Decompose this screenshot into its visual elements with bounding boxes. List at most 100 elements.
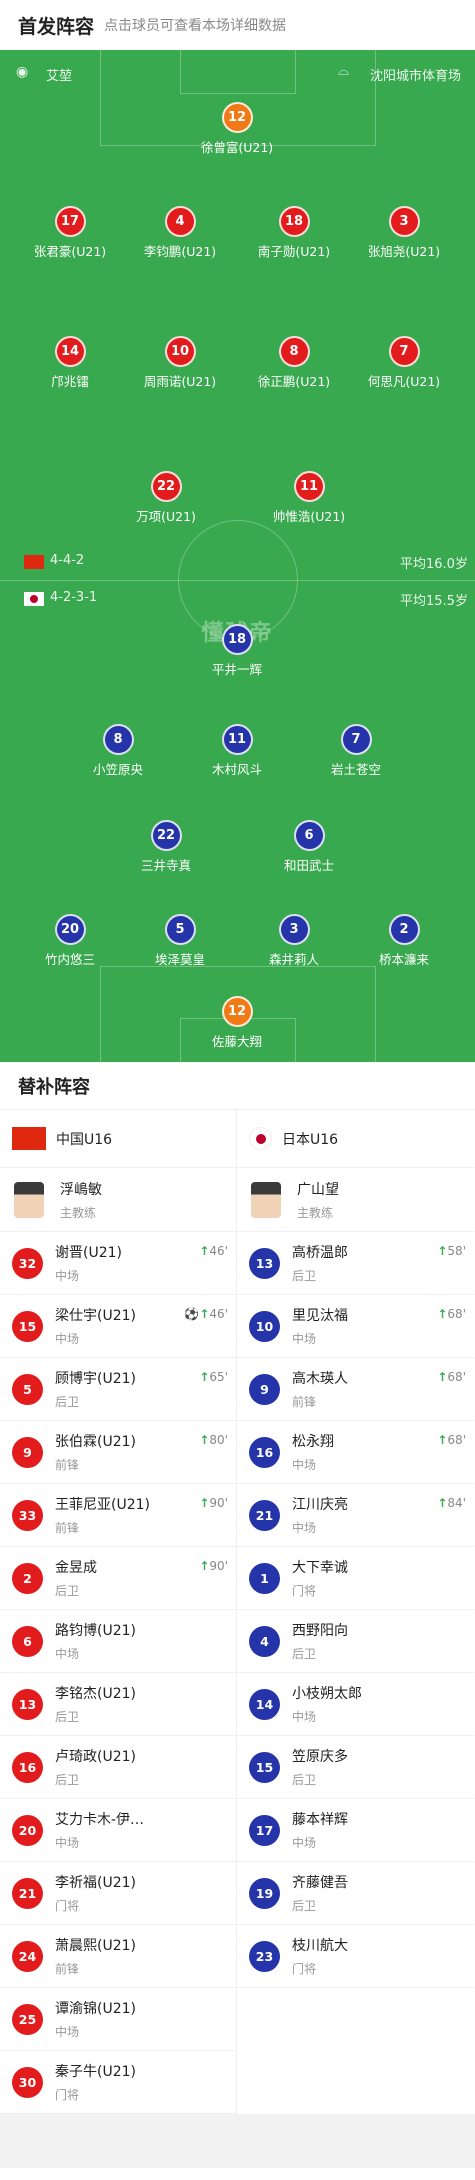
player-name: 李铭杰(U21) — [55, 1686, 136, 1702]
player-name: 岩土苍空 — [330, 762, 381, 777]
home-player[interactable]: 7 何思凡(U21) — [344, 336, 464, 390]
player-position: 中场 — [55, 1836, 80, 1850]
sub-player-row[interactable]: 17 藤本祥辉 中场 — [237, 1799, 474, 1862]
sub-player-row[interactable]: 4 西野阳向 后卫 — [237, 1610, 474, 1673]
player-name: 江川庆亮 — [292, 1497, 348, 1513]
sub-player-row[interactable]: 33 王菲尼亚(U21) 前锋 ↑90' — [0, 1484, 236, 1547]
sub-player-row[interactable]: 20 艾力卡木-伊… 中场 — [0, 1799, 236, 1862]
home-player[interactable]: 18 南子勋(U21) — [234, 206, 354, 260]
jersey-number: 12 — [221, 996, 253, 1027]
sub-player-row[interactable]: 30 秦子牛(U21) 门将 — [0, 2051, 236, 2114]
sub-player-row[interactable]: 32 谢晋(U21) 中场 ↑46' — [0, 1232, 236, 1295]
home-player[interactable]: 11 帅惟浩(U21) — [249, 471, 369, 525]
home-player[interactable]: 10 周雨诺(U21) — [120, 336, 240, 390]
home-player[interactable]: 4 李钧鹏(U21) — [120, 206, 240, 260]
player-name: 平井一辉 — [211, 662, 262, 677]
away-player[interactable]: 11 木村风斗 — [177, 724, 297, 778]
away-player[interactable]: 3 森井莉人 — [234, 914, 354, 968]
home-player[interactable]: 3 张旭尧(U21) — [344, 206, 464, 260]
player-name: 金昱成 — [55, 1560, 97, 1576]
coach-name: 浮嶋敏 — [60, 1181, 102, 1198]
player-name: 藤本祥辉 — [292, 1812, 348, 1828]
player-position: 后卫 — [292, 1899, 317, 1913]
jersey-number: 21 — [249, 1499, 280, 1531]
jersey-number: 14 — [249, 1688, 280, 1720]
home-player[interactable]: 8 徐正鹏(U21) — [234, 336, 354, 390]
jersey-number: 4 — [249, 1625, 280, 1657]
jersey-number: 3 — [388, 206, 420, 237]
home-coach-row[interactable]: 浮嶋敏 主教练 — [0, 1168, 236, 1232]
player-name: 佐藤大翔 — [211, 1034, 262, 1049]
home-player[interactable]: 22 万项(U21) — [106, 471, 226, 525]
away-player[interactable]: 5 埃泽莫皇 — [120, 914, 240, 968]
jersey-number: 16 — [12, 1751, 43, 1783]
sub-player-row[interactable]: 2 金昱成 后卫 ↑90' — [0, 1547, 236, 1610]
sub-player-row[interactable]: 13 李铭杰(U21) 后卫 — [0, 1673, 236, 1736]
sub-player-row[interactable]: 15 笠原庆多 后卫 — [237, 1736, 474, 1799]
player-position: 中场 — [55, 1269, 80, 1283]
player-name: 万项(U21) — [136, 509, 196, 524]
away-player[interactable]: 18 平井一辉 — [177, 624, 297, 678]
jersey-number: 17 — [54, 206, 86, 237]
player-name: 张君豪(U21) — [33, 244, 107, 259]
sub-player-row[interactable]: 23 枝川航大 门将 — [237, 1925, 474, 1988]
sub-player-row[interactable]: 25 谭渝锦(U21) 中场 — [0, 1988, 236, 2051]
sub-player-row[interactable]: 1 大下幸诚 门将 — [237, 1547, 474, 1610]
player-name: 三井寺真 — [140, 858, 191, 873]
player-name: 李祈福(U21) — [55, 1875, 136, 1891]
sub-player-row[interactable]: 19 齐藤健吾 后卫 — [237, 1862, 474, 1925]
sub-player-row[interactable]: 24 萧晨熙(U21) 前锋 — [0, 1925, 236, 1988]
jersey-number: 14 — [54, 336, 86, 367]
sub-on-time: ⚽↑46' — [184, 1307, 228, 1321]
player-position: 后卫 — [292, 1647, 317, 1661]
referee-name: 艾堃 — [46, 69, 73, 84]
sub-player-row[interactable]: 14 小枝朔太郎 中场 — [237, 1673, 474, 1736]
sub-player-row[interactable]: 9 张伯霖(U21) 前锋 ↑80' — [0, 1421, 236, 1484]
sub-player-row[interactable]: 21 李祈福(U21) 门将 — [0, 1862, 236, 1925]
coach-role: 主教练 — [60, 1205, 97, 1220]
subs-table: 中国U16 浮嶋敏 主教练 32 谢晋(U21) 中场 ↑46' 15 梁仕宇(U21) 中… — [0, 1110, 475, 2114]
away-coach-row[interactable]: 广山望 主教练 — [237, 1168, 474, 1232]
coach-avatar — [14, 1181, 44, 1218]
sub-player-row[interactable]: 10 里见汰福 中场 ↑68' — [237, 1295, 474, 1358]
player-name: 齐藤健吾 — [292, 1875, 348, 1891]
sub-on-time: ↑68' — [437, 1433, 466, 1447]
player-position: 后卫 — [292, 1269, 317, 1283]
sub-player-row[interactable]: 6 路钧博(U21) 中场 — [0, 1610, 236, 1673]
jersey-number: 9 — [249, 1373, 280, 1405]
player-name: 里见汰福 — [292, 1308, 348, 1324]
player-position: 中场 — [55, 2025, 80, 2039]
away-player[interactable]: 8 小笠原央 — [58, 724, 178, 778]
home-team-name: 中国U16 — [56, 1131, 113, 1148]
player-name: 王菲尼亚(U21) — [55, 1497, 150, 1513]
home-player[interactable]: 17 张君豪(U21) — [10, 206, 130, 260]
home-subs-column: 中国U16 浮嶋敏 主教练 32 谢晋(U21) 中场 ↑46' 15 梁仕宇(U21) 中… — [0, 1110, 237, 2114]
jersey-number: 15 — [12, 1310, 43, 1342]
sub-player-row[interactable]: 5 顾博宇(U21) 后卫 ↑65' — [0, 1358, 236, 1421]
away-player[interactable]: 2 桥本濂来 — [344, 914, 464, 968]
away-formation: 4-2-3-1 — [50, 590, 98, 605]
sub-player-row[interactable]: 21 江川庆亮 中场 ↑84' — [237, 1484, 474, 1547]
sub-player-row[interactable]: 16 卢琦政(U21) 后卫 — [0, 1736, 236, 1799]
away-team-name: 日本U16 — [282, 1131, 339, 1148]
away-player[interactable]: 6 和田武士 — [249, 820, 369, 874]
home-player[interactable]: 14 邝兆镭 — [10, 336, 130, 390]
away-player[interactable]: 22 三井寺真 — [106, 820, 226, 874]
player-name: 邝兆镭 — [51, 374, 89, 389]
sub-on-time: ↑58' — [437, 1244, 466, 1258]
sub-player-row[interactable]: 9 高木瑛人 前锋 ↑68' — [237, 1358, 474, 1421]
sub-player-row[interactable]: 15 梁仕宇(U21) 中场 ⚽↑46' — [0, 1295, 236, 1358]
away-player[interactable]: 7 岩土苍空 — [296, 724, 416, 778]
away-player[interactable]: 20 竹内悠三 — [10, 914, 130, 968]
home-player[interactable]: 12 徐曾富(U21) — [177, 102, 297, 156]
sub-player-row[interactable]: 16 松永翔 中场 ↑68' — [237, 1421, 474, 1484]
jersey-number: 4 — [164, 206, 196, 237]
jersey-number: 5 — [164, 914, 196, 945]
jersey-number: 6 — [12, 1625, 43, 1657]
player-name: 李钧鹏(U21) — [143, 244, 217, 259]
away-player[interactable]: 12 佐藤大翔 — [177, 996, 297, 1050]
stadium-icon: ⌓ — [338, 63, 350, 79]
pitch: ◉ 艾堃 ⌓ 沈阳城市体育场 懂球帝 4-4-2 平均16.0岁 4-2-3-1… — [0, 50, 475, 1062]
sub-player-row[interactable]: 13 高桥温郎 后卫 ↑58' — [237, 1232, 474, 1295]
player-name: 艾力卡木-伊… — [55, 1812, 145, 1828]
